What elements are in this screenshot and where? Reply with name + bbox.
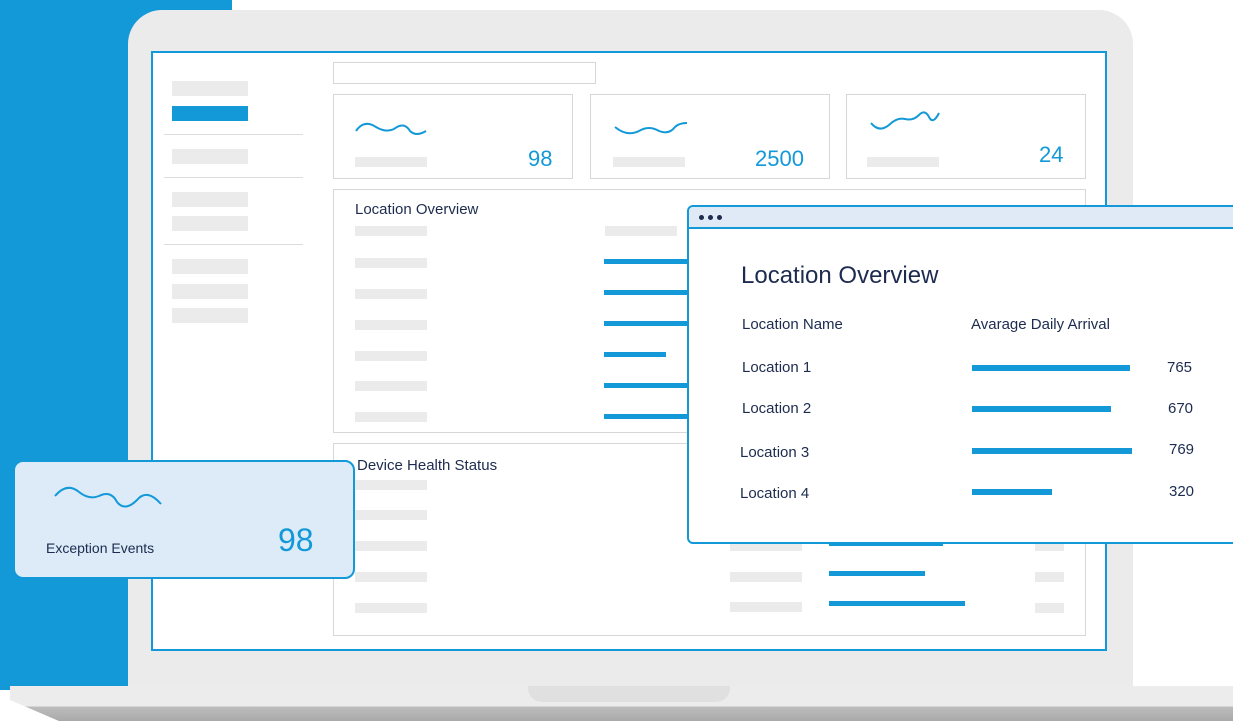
row-bar bbox=[604, 290, 688, 295]
row-label-placeholder bbox=[355, 603, 427, 613]
row-name: Location 4 bbox=[740, 485, 810, 502]
row-value: 769 bbox=[1169, 441, 1195, 458]
window-dot-icon[interactable] bbox=[717, 215, 722, 220]
sidebar-divider bbox=[164, 134, 303, 135]
row-label-placeholder bbox=[355, 381, 427, 391]
kpi-label-placeholder bbox=[613, 157, 685, 167]
sidebar-divider bbox=[164, 177, 303, 178]
kpi-value: 24 bbox=[1039, 142, 1064, 167]
exception-value: 98 bbox=[278, 522, 314, 558]
search-input[interactable] bbox=[333, 62, 596, 84]
sidebar-item-active[interactable] bbox=[172, 106, 248, 121]
window-dot-icon[interactable] bbox=[699, 215, 704, 220]
sparkline-icon bbox=[355, 122, 427, 135]
row-label-placeholder bbox=[355, 351, 427, 361]
value-bar bbox=[972, 489, 1052, 495]
kpi-label-placeholder bbox=[355, 157, 427, 167]
row-name: Location 1 bbox=[742, 359, 812, 376]
row-label-placeholder bbox=[605, 226, 677, 236]
row-status-placeholder bbox=[1035, 572, 1064, 582]
sidebar-divider bbox=[164, 244, 303, 245]
sidebar-item[interactable] bbox=[172, 284, 248, 299]
row-name: Location 2 bbox=[742, 400, 812, 417]
row-label-placeholder bbox=[355, 510, 427, 520]
row-label-placeholder bbox=[355, 572, 427, 582]
row-bar bbox=[604, 352, 666, 357]
row-status-placeholder bbox=[1035, 603, 1064, 613]
sidebar-item[interactable] bbox=[172, 259, 248, 274]
sidebar-item[interactable] bbox=[172, 192, 248, 207]
panel-title: Location Overview bbox=[355, 201, 479, 218]
panel-title: Device Health Status bbox=[357, 457, 498, 474]
row-label-placeholder bbox=[355, 480, 427, 490]
row-bar bbox=[604, 321, 688, 326]
kpi-card[interactable]: 2500 bbox=[590, 94, 830, 179]
row-bar bbox=[604, 414, 688, 419]
column-header-value: Avarage Daily Arrival bbox=[971, 316, 1110, 333]
sidebar-item[interactable] bbox=[172, 308, 248, 323]
row-bar bbox=[829, 571, 925, 576]
laptop-notch bbox=[528, 686, 730, 702]
row-label-placeholder bbox=[355, 412, 427, 422]
row-value: 320 bbox=[1169, 483, 1195, 500]
sparkline-icon bbox=[870, 111, 940, 130]
row-bar bbox=[604, 383, 688, 388]
row-label-placeholder bbox=[730, 602, 802, 612]
row-bar bbox=[829, 601, 965, 606]
sparkline-icon bbox=[54, 486, 162, 508]
sidebar-item[interactable] bbox=[172, 81, 248, 96]
row-value: 670 bbox=[1168, 400, 1194, 417]
kpi-value: 2500 bbox=[755, 146, 804, 171]
row-label-placeholder bbox=[355, 289, 427, 299]
exception-label: Exception Events bbox=[46, 540, 155, 556]
sidebar-item[interactable] bbox=[172, 149, 248, 164]
value-bar bbox=[972, 365, 1130, 371]
row-label-placeholder bbox=[355, 320, 427, 330]
sidebar-item[interactable] bbox=[172, 216, 248, 231]
row-value: 765 bbox=[1167, 359, 1193, 376]
row-name: Location 3 bbox=[740, 444, 810, 461]
column-header-name: Location Name bbox=[742, 316, 843, 333]
kpi-value: 98 bbox=[528, 146, 553, 171]
kpi-card[interactable]: 98 bbox=[333, 94, 573, 179]
window-titlebar[interactable] bbox=[689, 207, 1233, 229]
exception-events-card[interactable]: Exception Events 98 bbox=[13, 460, 355, 579]
row-label-placeholder bbox=[355, 226, 427, 236]
row-label-placeholder bbox=[355, 258, 427, 268]
row-bar bbox=[604, 259, 688, 264]
sparkline-icon bbox=[614, 122, 688, 135]
row-label-placeholder bbox=[730, 572, 802, 582]
kpi-card[interactable]: 24 bbox=[846, 94, 1086, 179]
window-dot-icon[interactable] bbox=[708, 215, 713, 220]
value-bar bbox=[972, 448, 1132, 454]
popup-title: Location Overview bbox=[741, 262, 939, 289]
row-label-placeholder bbox=[355, 541, 427, 551]
kpi-label-placeholder bbox=[867, 157, 939, 167]
location-overview-popup[interactable]: Location Overview Location Name Avarage … bbox=[687, 205, 1233, 544]
value-bar bbox=[972, 406, 1111, 412]
